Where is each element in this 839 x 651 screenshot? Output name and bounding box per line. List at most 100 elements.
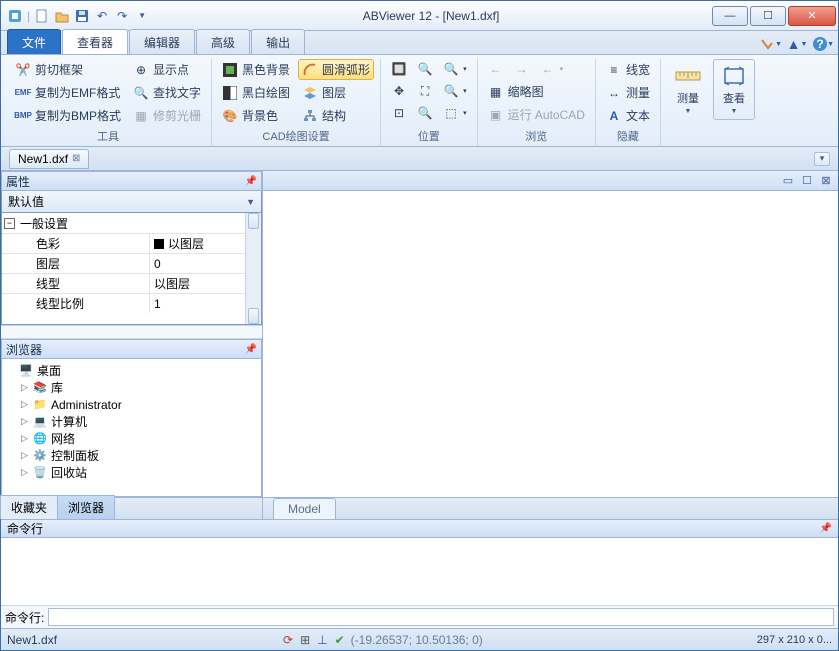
tab-browser[interactable]: 浏览器 xyxy=(57,495,115,519)
folder-tree[interactable]: 🖥️桌面▷📚库▷📁Administrator▷💻计算机▷🌐网络▷⚙️控制面板▷🗑… xyxy=(1,359,262,497)
zoom-out-dropdown[interactable]: 🔍▾ xyxy=(439,81,471,101)
text-toggle-button[interactable]: A文本 xyxy=(602,105,654,126)
ribbon: ✂️剪切框架 EMF复制为EMF格式 BMP复制为BMP格式 ⊕显示点 🔍查找文… xyxy=(1,55,838,147)
property-row[interactable]: 线型比例1 xyxy=(2,293,261,313)
options-dropdown-icon[interactable]: ▼ xyxy=(760,34,782,54)
view-big-button[interactable]: 查看 ▼ xyxy=(713,59,755,120)
property-category[interactable]: − 一般设置 xyxy=(2,213,261,233)
tree-node[interactable]: ▷💻计算机 xyxy=(4,413,259,430)
help-button[interactable]: ?▼ xyxy=(812,34,834,54)
tab-advanced[interactable]: 高级 xyxy=(196,29,250,54)
ribbon-group-big: 测量 ▼ 查看 ▼ xyxy=(663,59,755,146)
tree-label: Administrator xyxy=(51,398,122,412)
pin-icon[interactable]: 📌 xyxy=(820,523,832,534)
pan-button[interactable]: ✥ xyxy=(387,81,411,101)
properties-selector[interactable]: 默认值 ▼ xyxy=(1,191,262,213)
fit-button[interactable]: ⊡ xyxy=(387,103,411,123)
property-row[interactable]: 图层0 xyxy=(2,253,261,273)
property-key: 图层 xyxy=(2,253,150,273)
collapse-icon[interactable]: − xyxy=(4,218,15,229)
zoom-prev-button[interactable]: 🔍 xyxy=(413,103,437,123)
save-icon[interactable] xyxy=(74,8,90,24)
layers-button[interactable]: 图层 xyxy=(298,82,374,103)
twisty-icon[interactable]: ▷ xyxy=(20,416,29,427)
model-tab[interactable]: Model xyxy=(273,498,336,520)
qat-dropdown-icon[interactable]: ▼ xyxy=(134,8,150,24)
bw-draw-button[interactable]: 黑白绘图 xyxy=(218,82,294,103)
tree-node[interactable]: 🖥️桌面 xyxy=(4,362,259,379)
black-bg-button[interactable]: 黑色背景 xyxy=(218,59,294,80)
refresh-icon[interactable]: ⟳ xyxy=(283,633,293,647)
command-history[interactable] xyxy=(1,538,838,606)
nav-dropdown-button: ←▾ xyxy=(536,59,568,79)
pin-icon[interactable]: 📌 xyxy=(245,344,257,355)
close-button[interactable]: ✕ xyxy=(788,6,836,26)
bg-color-button[interactable]: 🎨背景色 xyxy=(218,105,294,126)
grid-snap-icon[interactable]: ⊞ xyxy=(300,633,310,647)
check-icon[interactable]: ✔ xyxy=(335,633,345,647)
tab-editor[interactable]: 编辑器 xyxy=(129,29,195,54)
maximize-button[interactable]: ☐ xyxy=(750,6,786,26)
command-header[interactable]: 命令行 📌 xyxy=(1,520,838,538)
twisty-icon[interactable]: ▷ xyxy=(20,399,29,410)
clip-frame-button[interactable]: ✂️剪切框架 xyxy=(11,59,125,80)
command-input[interactable] xyxy=(48,608,834,626)
status-file: New1.dxf xyxy=(7,633,57,647)
status-coords: (-19.26537; 10.50136; 0) xyxy=(351,633,483,647)
measure-toggle-button[interactable]: ↔测量 xyxy=(602,82,654,103)
twisty-icon[interactable]: ▷ xyxy=(20,382,29,393)
browser-header[interactable]: 浏览器 📌 xyxy=(1,339,262,359)
undo-icon[interactable]: ↶ xyxy=(94,8,110,24)
ortho-icon[interactable]: ⊥ xyxy=(317,633,327,647)
zoom-extents-button[interactable]: ⛶ xyxy=(413,81,437,101)
skin-button[interactable]: ▲▼ xyxy=(786,34,808,54)
show-points-button[interactable]: ⊕显示点 xyxy=(129,59,205,80)
close-tab-icon[interactable]: ⊠ xyxy=(72,153,80,164)
measure-big-button[interactable]: 测量 ▼ xyxy=(667,59,709,120)
tree-node[interactable]: ▷⚙️控制面板 xyxy=(4,447,259,464)
tab-output[interactable]: 输出 xyxy=(251,29,305,54)
tree-node[interactable]: ▷🗑️回收站 xyxy=(4,464,259,481)
twisty-icon[interactable]: ▷ xyxy=(20,450,29,461)
property-row[interactable]: 线型以图层 xyxy=(2,273,261,293)
left-bottom-tabs: 收藏夹 浏览器 xyxy=(1,497,262,519)
grid-icon: ▦ xyxy=(488,84,504,100)
tree-node[interactable]: ▷📁Administrator xyxy=(4,396,259,413)
tree-node[interactable]: ▷🌐网络 xyxy=(4,430,259,447)
smooth-arc-button[interactable]: 圆滑弧形 xyxy=(298,59,374,80)
redo-icon[interactable]: ↷ xyxy=(114,8,130,24)
twisty-icon[interactable]: ▷ xyxy=(20,467,29,478)
twisty-icon[interactable]: ▷ xyxy=(20,433,29,444)
black-bg-icon xyxy=(222,62,238,78)
copy-emf-button[interactable]: EMF复制为EMF格式 xyxy=(11,82,125,103)
tab-file[interactable]: 文件 xyxy=(7,29,61,54)
thumbnail-button[interactable]: ▦缩略图 xyxy=(484,81,589,102)
window-max-icon[interactable]: ☐ xyxy=(799,174,815,188)
extents-icon: ⛶ xyxy=(417,83,433,99)
zoom-window-button[interactable]: 🔲 xyxy=(387,59,411,79)
scrollbar[interactable] xyxy=(245,213,261,324)
structure-button[interactable]: 结构 xyxy=(298,105,374,126)
tab-favorites[interactable]: 收藏夹 xyxy=(0,495,58,519)
new-file-icon[interactable] xyxy=(34,8,50,24)
linewidth-button[interactable]: ≡线宽 xyxy=(602,59,654,80)
tab-viewer[interactable]: 查看器 xyxy=(62,29,128,54)
open-file-icon[interactable] xyxy=(54,8,70,24)
minimize-button[interactable]: — xyxy=(712,6,748,26)
properties-header[interactable]: 属性 📌 xyxy=(1,171,262,191)
zoom-dropdown-button[interactable]: 🔍▾ xyxy=(439,59,471,79)
app-icon[interactable] xyxy=(7,8,23,24)
property-row[interactable]: 色彩以图层 xyxy=(2,233,261,253)
drawing-canvas[interactable] xyxy=(263,191,838,497)
window-close-icon[interactable]: ⊠ xyxy=(818,174,834,188)
find-text-button[interactable]: 🔍查找文字 xyxy=(129,82,205,103)
doc-dropdown-icon[interactable]: ▾ xyxy=(814,152,830,166)
zoom-in-button[interactable]: 🔍 xyxy=(413,59,437,79)
pin-icon[interactable]: 📌 xyxy=(245,176,257,187)
view-dropdown[interactable]: ⬚▾ xyxy=(439,103,471,123)
tree-node[interactable]: ▷📚库 xyxy=(4,379,259,396)
copy-bmp-button[interactable]: BMP复制为BMP格式 xyxy=(11,105,125,126)
window-restore-icon[interactable]: ▭ xyxy=(780,174,796,188)
linewidth-icon: ≡ xyxy=(606,62,622,78)
document-tab[interactable]: New1.dxf ⊠ xyxy=(9,149,89,169)
